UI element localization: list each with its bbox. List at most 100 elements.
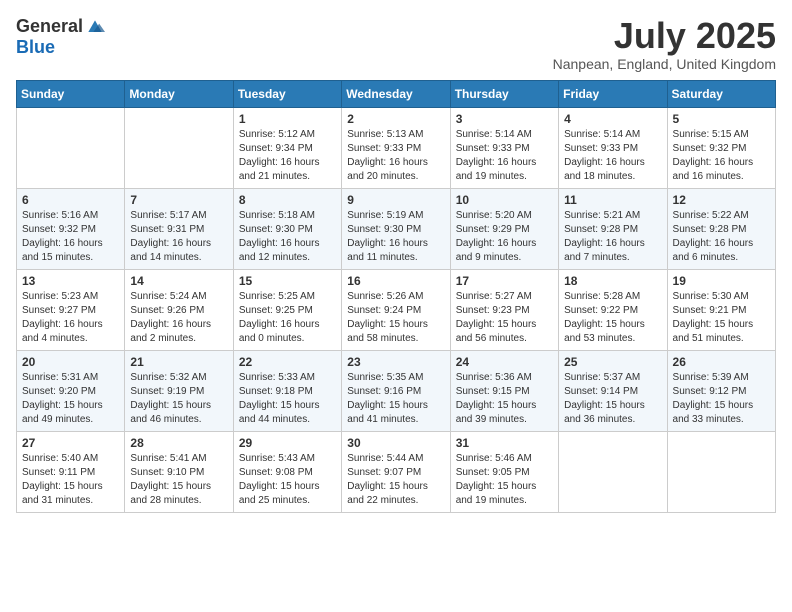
day-info: Sunrise: 5:25 AMSunset: 9:25 PMDaylight:… (239, 290, 336, 346)
day-info: Sunrise: 5:44 AMSunset: 9:07 PMDaylight:… (347, 452, 444, 508)
calendar-cell: 27 Sunrise: 5:40 AMSunset: 9:11 PMDayligh… (17, 431, 125, 512)
day-info: Sunrise: 5:37 AMSunset: 9:14 PMDaylight:… (564, 371, 661, 427)
calendar-cell: 3Sunrise: 5:14 AMSunset: 9:33 PMDaylight… (450, 107, 558, 188)
calendar-cell: 1 Sunrise: 5:12 AMSunset: 9:34 PMDaylight… (233, 107, 341, 188)
day-info: Sunrise: 5:12 AMSunset: 9:34 PMDaylight:… (239, 128, 336, 184)
day-info: Sunrise: 5:40 AMSunset: 9:11 PMDaylight:… (22, 452, 119, 508)
calendar-cell: 19Sunrise: 5:30 AMSunset: 9:21 PMDayligh… (667, 269, 775, 350)
calendar-cell: 13 Sunrise: 5:23 AMSunset: 9:27 PMDayligh… (17, 269, 125, 350)
calendar-week-row: 1 Sunrise: 5:12 AMSunset: 9:34 PMDaylight… (17, 107, 776, 188)
day-number: 8 (239, 193, 336, 207)
calendar-cell: 15 Sunrise: 5:25 AMSunset: 9:25 PMDayligh… (233, 269, 341, 350)
calendar-week-row: 20Sunrise: 5:31 AMSunset: 9:20 PMDayligh… (17, 350, 776, 431)
day-of-week-header: Saturday (667, 80, 775, 107)
calendar-cell: 14 Sunrise: 5:24 AMSunset: 9:26 PMDayligh… (125, 269, 233, 350)
day-number: 20 (22, 355, 119, 369)
calendar-cell: 17 Sunrise: 5:27 AMSunset: 9:23 PMDayligh… (450, 269, 558, 350)
page-header: General Blue July 2025 Nanpean, England,… (16, 16, 776, 72)
day-number: 28 (130, 436, 227, 450)
calendar-cell: 29 Sunrise: 5:43 AMSunset: 9:08 PMDayligh… (233, 431, 341, 512)
calendar-cell: 2 Sunrise: 5:13 AMSunset: 9:33 PMDaylight… (342, 107, 450, 188)
day-number: 17 (456, 274, 553, 288)
calendar-cell: 7Sunrise: 5:17 AMSunset: 9:31 PMDaylight… (125, 188, 233, 269)
day-info: Sunrise: 5:13 AMSunset: 9:33 PMDaylight:… (347, 128, 444, 184)
day-info: Sunrise: 5:26 AMSunset: 9:24 PMDaylight:… (347, 290, 444, 346)
day-info: Sunrise: 5:23 AMSunset: 9:27 PMDaylight:… (22, 290, 119, 346)
day-number: 1 (239, 112, 336, 126)
day-number: 24 (456, 355, 553, 369)
day-of-week-header: Sunday (17, 80, 125, 107)
logo-general-text: General (16, 16, 83, 37)
calendar-cell: 26Sunrise: 5:39 AMSunset: 9:12 PMDayligh… (667, 350, 775, 431)
day-number: 30 (347, 436, 444, 450)
logo-icon (85, 17, 105, 37)
day-number: 29 (239, 436, 336, 450)
day-number: 11 (564, 193, 661, 207)
day-info: Sunrise: 5:19 AMSunset: 9:30 PMDaylight:… (347, 209, 444, 265)
day-info: Sunrise: 5:20 AMSunset: 9:29 PMDaylight:… (456, 209, 553, 265)
day-number: 16 (347, 274, 444, 288)
day-number: 12 (673, 193, 770, 207)
calendar-week-row: 27 Sunrise: 5:40 AMSunset: 9:11 PMDayligh… (17, 431, 776, 512)
day-of-week-header: Wednesday (342, 80, 450, 107)
calendar-cell (559, 431, 667, 512)
calendar-cell: 10Sunrise: 5:20 AMSunset: 9:29 PMDayligh… (450, 188, 558, 269)
day-info: Sunrise: 5:36 AMSunset: 9:15 PMDaylight:… (456, 371, 553, 427)
day-info: Sunrise: 5:24 AMSunset: 9:26 PMDaylight:… (130, 290, 227, 346)
day-info: Sunrise: 5:33 AMSunset: 9:18 PMDaylight:… (239, 371, 336, 427)
day-info: Sunrise: 5:18 AMSunset: 9:30 PMDaylight:… (239, 209, 336, 265)
day-number: 31 (456, 436, 553, 450)
day-number: 13 (22, 274, 119, 288)
day-of-week-header: Thursday (450, 80, 558, 107)
day-of-week-header: Friday (559, 80, 667, 107)
day-number: 2 (347, 112, 444, 126)
calendar-cell: 25 Sunrise: 5:37 AMSunset: 9:14 PMDayligh… (559, 350, 667, 431)
day-info: Sunrise: 5:43 AMSunset: 9:08 PMDaylight:… (239, 452, 336, 508)
title-block: July 2025 Nanpean, England, United Kingd… (553, 16, 776, 72)
day-info: Sunrise: 5:32 AMSunset: 9:19 PMDaylight:… (130, 371, 227, 427)
day-number: 14 (130, 274, 227, 288)
calendar-cell: 22 Sunrise: 5:33 AMSunset: 9:18 PMDayligh… (233, 350, 341, 431)
day-info: Sunrise: 5:17 AMSunset: 9:31 PMDaylight:… (130, 209, 227, 265)
day-number: 15 (239, 274, 336, 288)
day-number: 22 (239, 355, 336, 369)
day-info: Sunrise: 5:15 AMSunset: 9:32 PMDaylight:… (673, 128, 770, 184)
logo-blue-text: Blue (16, 37, 55, 58)
day-of-week-header: Monday (125, 80, 233, 107)
day-info: Sunrise: 5:27 AMSunset: 9:23 PMDaylight:… (456, 290, 553, 346)
calendar-cell: 18Sunrise: 5:28 AMSunset: 9:22 PMDayligh… (559, 269, 667, 350)
calendar-cell: 24 Sunrise: 5:36 AMSunset: 9:15 PMDayligh… (450, 350, 558, 431)
day-info: Sunrise: 5:21 AMSunset: 9:28 PMDaylight:… (564, 209, 661, 265)
calendar-cell: 21 Sunrise: 5:32 AMSunset: 9:19 PMDayligh… (125, 350, 233, 431)
day-number: 9 (347, 193, 444, 207)
calendar-cell: 12 Sunrise: 5:22 AMSunset: 9:28 PMDayligh… (667, 188, 775, 269)
month-title: July 2025 (553, 16, 776, 56)
day-info: Sunrise: 5:28 AMSunset: 9:22 PMDaylight:… (564, 290, 661, 346)
day-of-week-header: Tuesday (233, 80, 341, 107)
day-info: Sunrise: 5:46 AMSunset: 9:05 PMDaylight:… (456, 452, 553, 508)
calendar-cell: 30 Sunrise: 5:44 AMSunset: 9:07 PMDayligh… (342, 431, 450, 512)
calendar-week-row: 13 Sunrise: 5:23 AMSunset: 9:27 PMDayligh… (17, 269, 776, 350)
calendar-week-row: 6 Sunrise: 5:16 AMSunset: 9:32 PMDaylight… (17, 188, 776, 269)
day-number: 6 (22, 193, 119, 207)
day-number: 27 (22, 436, 119, 450)
calendar-cell (667, 431, 775, 512)
calendar-cell: 16 Sunrise: 5:26 AMSunset: 9:24 PMDayligh… (342, 269, 450, 350)
calendar-cell: 6 Sunrise: 5:16 AMSunset: 9:32 PMDaylight… (17, 188, 125, 269)
day-info: Sunrise: 5:41 AMSunset: 9:10 PMDaylight:… (130, 452, 227, 508)
calendar-cell: 28 Sunrise: 5:41 AMSunset: 9:10 PMDayligh… (125, 431, 233, 512)
calendar-header-row: SundayMondayTuesdayWednesdayThursdayFrid… (17, 80, 776, 107)
calendar-cell: 9 Sunrise: 5:19 AMSunset: 9:30 PMDaylight… (342, 188, 450, 269)
calendar-cell: 5Sunrise: 5:15 AMSunset: 9:32 PMDaylight… (667, 107, 775, 188)
calendar-cell (17, 107, 125, 188)
logo: General Blue (16, 16, 105, 58)
day-info: Sunrise: 5:35 AMSunset: 9:16 PMDaylight:… (347, 371, 444, 427)
day-number: 21 (130, 355, 227, 369)
calendar-cell: 8 Sunrise: 5:18 AMSunset: 9:30 PMDaylight… (233, 188, 341, 269)
day-info: Sunrise: 5:16 AMSunset: 9:32 PMDaylight:… (22, 209, 119, 265)
calendar-cell (125, 107, 233, 188)
day-info: Sunrise: 5:14 AMSunset: 9:33 PMDaylight:… (564, 128, 661, 184)
day-number: 25 (564, 355, 661, 369)
day-info: Sunrise: 5:22 AMSunset: 9:28 PMDaylight:… (673, 209, 770, 265)
day-number: 4 (564, 112, 661, 126)
